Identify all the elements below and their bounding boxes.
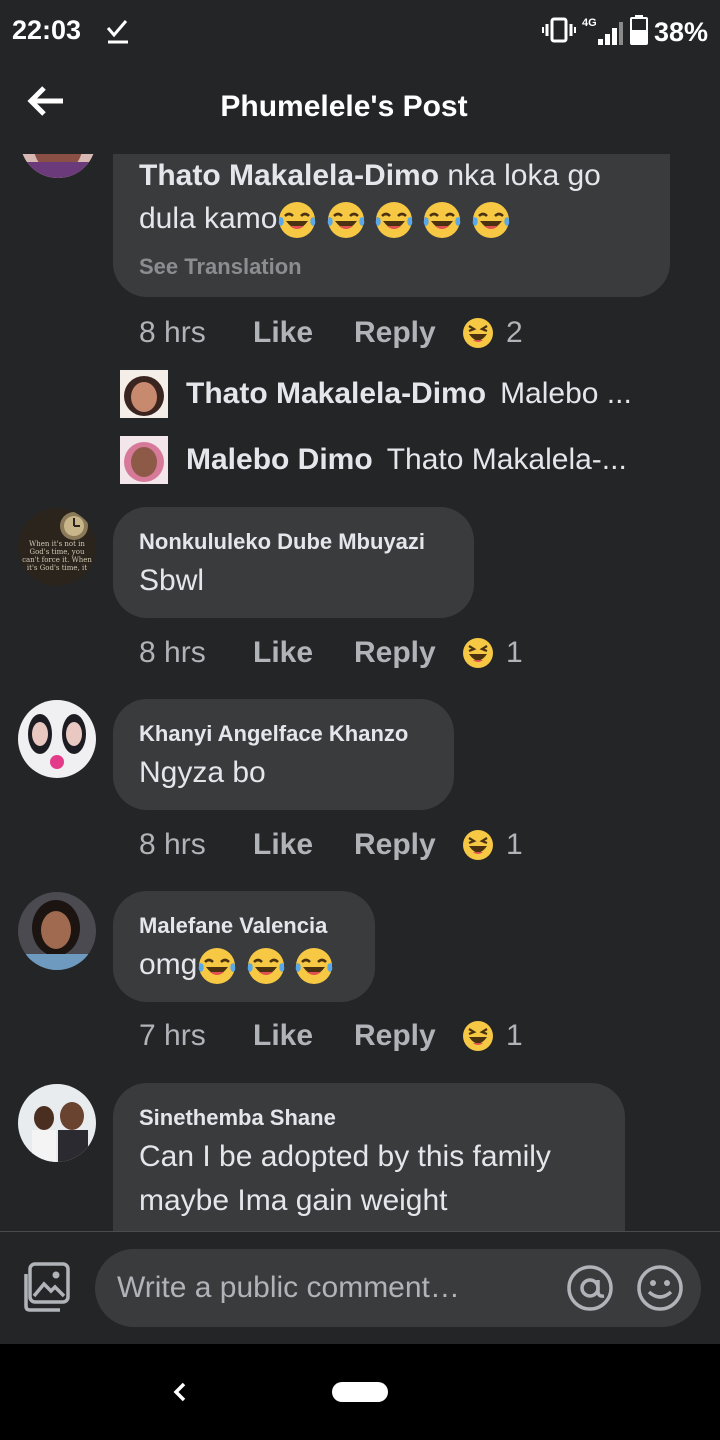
- comment-bubble[interactable]: Malefane Valencia omg: [113, 891, 375, 1002]
- page-title: Phumelele's Post: [220, 90, 468, 123]
- comment-author[interactable]: Nonkululeko Dube Mbuyazi: [139, 527, 448, 557]
- avatar-quote-line: When it's not in: [29, 540, 85, 548]
- reply-button[interactable]: Reply: [354, 1019, 462, 1053]
- mention-button[interactable]: [565, 1263, 615, 1313]
- reaction-count[interactable]: 1: [506, 1019, 523, 1053]
- photo-icon: [24, 1262, 70, 1312]
- battery-icon: [629, 15, 648, 50]
- download-complete-icon: [106, 16, 130, 51]
- battery-percent: 38%: [653, 17, 708, 47]
- comment-time: 8 hrs: [139, 636, 206, 669]
- reply-preview[interactable]: Malebo Dimo Thato Makalela-...: [120, 436, 680, 484]
- reaction-count[interactable]: 1: [506, 636, 523, 670]
- comment-composer: [0, 1232, 720, 1344]
- nav-back-icon: [173, 1382, 186, 1402]
- comment-text: Sbwl: [139, 564, 205, 597]
- avatar[interactable]: [18, 700, 96, 778]
- tears-of-joy-emoji-icon: [472, 202, 510, 239]
- avatar[interactable]: When it's not in God's time, you can't f…: [18, 508, 96, 586]
- comment-text: Can I be adopted by this family: [139, 1140, 551, 1173]
- avatar[interactable]: [18, 892, 96, 970]
- like-button[interactable]: Like: [253, 636, 354, 670]
- signal-icon: 4G: [582, 17, 624, 47]
- reply-text: Malebo ...: [500, 377, 632, 410]
- comment-actions: 7 hrs Like Reply 1: [139, 1016, 523, 1056]
- reaction-count[interactable]: 2: [506, 316, 523, 350]
- nav-back-button[interactable]: [168, 1378, 192, 1406]
- vibrate-icon: [541, 17, 576, 48]
- laughing-emoji-row: [277, 202, 510, 239]
- comment-text: omg: [139, 948, 198, 981]
- comment-text: Ngyza bo: [139, 756, 266, 789]
- comment-author[interactable]: Sinethemba Shane: [139, 1103, 599, 1133]
- reply-button[interactable]: Reply: [354, 636, 462, 670]
- tears-of-joy-emoji-icon: [424, 202, 461, 239]
- comment-time: 8 hrs: [139, 316, 206, 349]
- avatar[interactable]: [20, 154, 96, 178]
- nav-home-button[interactable]: [332, 1382, 388, 1402]
- like-button[interactable]: Like: [253, 828, 354, 862]
- comment-text: nka loka go: [447, 159, 601, 192]
- comment-text-line2: dula kamo: [139, 202, 278, 235]
- tears-of-joy-emoji-icon: [279, 202, 316, 239]
- comment-bubble[interactable]: Nonkululeko Dube Mbuyazi Sbwl: [113, 507, 474, 618]
- add-photo-button[interactable]: [20, 1262, 72, 1314]
- comment-author[interactable]: Malefane Valencia: [139, 911, 349, 941]
- haha-face: [463, 318, 493, 348]
- status-indicators: 4G 38%: [541, 15, 708, 50]
- like-button[interactable]: Like: [253, 316, 354, 350]
- haha-face: [463, 1021, 493, 1051]
- reply-preview[interactable]: Thato Makalela-Dimo Malebo ...: [120, 370, 680, 418]
- smiley-icon: [637, 1265, 683, 1311]
- comment-actions: 8 hrs Like Reply 1: [139, 633, 523, 673]
- status-time: 22:03: [12, 15, 82, 45]
- see-translation-link[interactable]: See Translation: [139, 254, 644, 280]
- haha-face: [463, 830, 493, 860]
- system-nav-bar: [0, 1344, 720, 1440]
- laughing-emoji-row: [197, 948, 334, 985]
- comment-input-container[interactable]: [95, 1249, 701, 1327]
- haha-reaction-icon[interactable]: [462, 829, 494, 861]
- status-bar: 22:03 4G 38%: [0, 0, 720, 62]
- comment-bubble[interactable]: Khanyi Angelface Khanzo Ngyza bo: [113, 699, 454, 810]
- comment-author[interactable]: Thato Makalela-Dimo: [139, 159, 439, 192]
- comment-bubble[interactable]: Thato Makalela-Dimo nka loka go dula kam…: [113, 154, 670, 297]
- tears-of-joy-emoji-icon: [295, 948, 333, 985]
- comment-text-line2: maybe Ima gain weight: [139, 1184, 448, 1217]
- comment-actions: 8 hrs Like Reply 2: [139, 313, 523, 353]
- haha-face: [463, 638, 493, 668]
- comment-author[interactable]: Khanyi Angelface Khanzo: [139, 719, 428, 749]
- reply-author[interactable]: Malebo Dimo: [186, 443, 373, 477]
- tears-of-joy-emoji-icon: [327, 202, 365, 239]
- reply-button[interactable]: Reply: [354, 316, 462, 350]
- tears-of-joy-emoji-icon: [199, 948, 236, 985]
- like-button[interactable]: Like: [253, 1019, 354, 1053]
- reply-author[interactable]: Thato Makalela-Dimo: [186, 377, 486, 411]
- tears-of-joy-emoji-icon: [375, 202, 413, 239]
- avatar-quote-line: can't force it. When: [22, 556, 92, 564]
- tears-of-joy-emoji-icon: [247, 948, 284, 985]
- reaction-count[interactable]: 1: [506, 828, 523, 862]
- avatar[interactable]: [18, 1084, 96, 1162]
- reply-text: Thato Makalela-...: [386, 443, 627, 476]
- comment-time: 8 hrs: [139, 828, 206, 861]
- haha-reaction-icon[interactable]: [462, 1020, 494, 1052]
- comment-bubble[interactable]: Sinethemba Shane Can I be adopted by thi…: [113, 1083, 625, 1232]
- comment-actions: 8 hrs Like Reply 1: [139, 825, 523, 865]
- comment-time: 7 hrs: [139, 1019, 206, 1052]
- emoji-picker-button[interactable]: [635, 1263, 685, 1313]
- comments-list: Thato Makalela-Dimo nka loka go dula kam…: [0, 154, 720, 1232]
- at-sign-icon: [567, 1265, 613, 1311]
- comment-input[interactable]: [117, 1249, 557, 1327]
- avatar-quote-line: God's time, you: [30, 548, 85, 556]
- post-header: Phumelele's Post: [0, 62, 720, 154]
- avatar-quote-line: it's God's time, it: [27, 564, 87, 572]
- haha-reaction-icon[interactable]: [462, 317, 494, 349]
- reply-button[interactable]: Reply: [354, 828, 462, 862]
- haha-reaction-icon[interactable]: [462, 637, 494, 669]
